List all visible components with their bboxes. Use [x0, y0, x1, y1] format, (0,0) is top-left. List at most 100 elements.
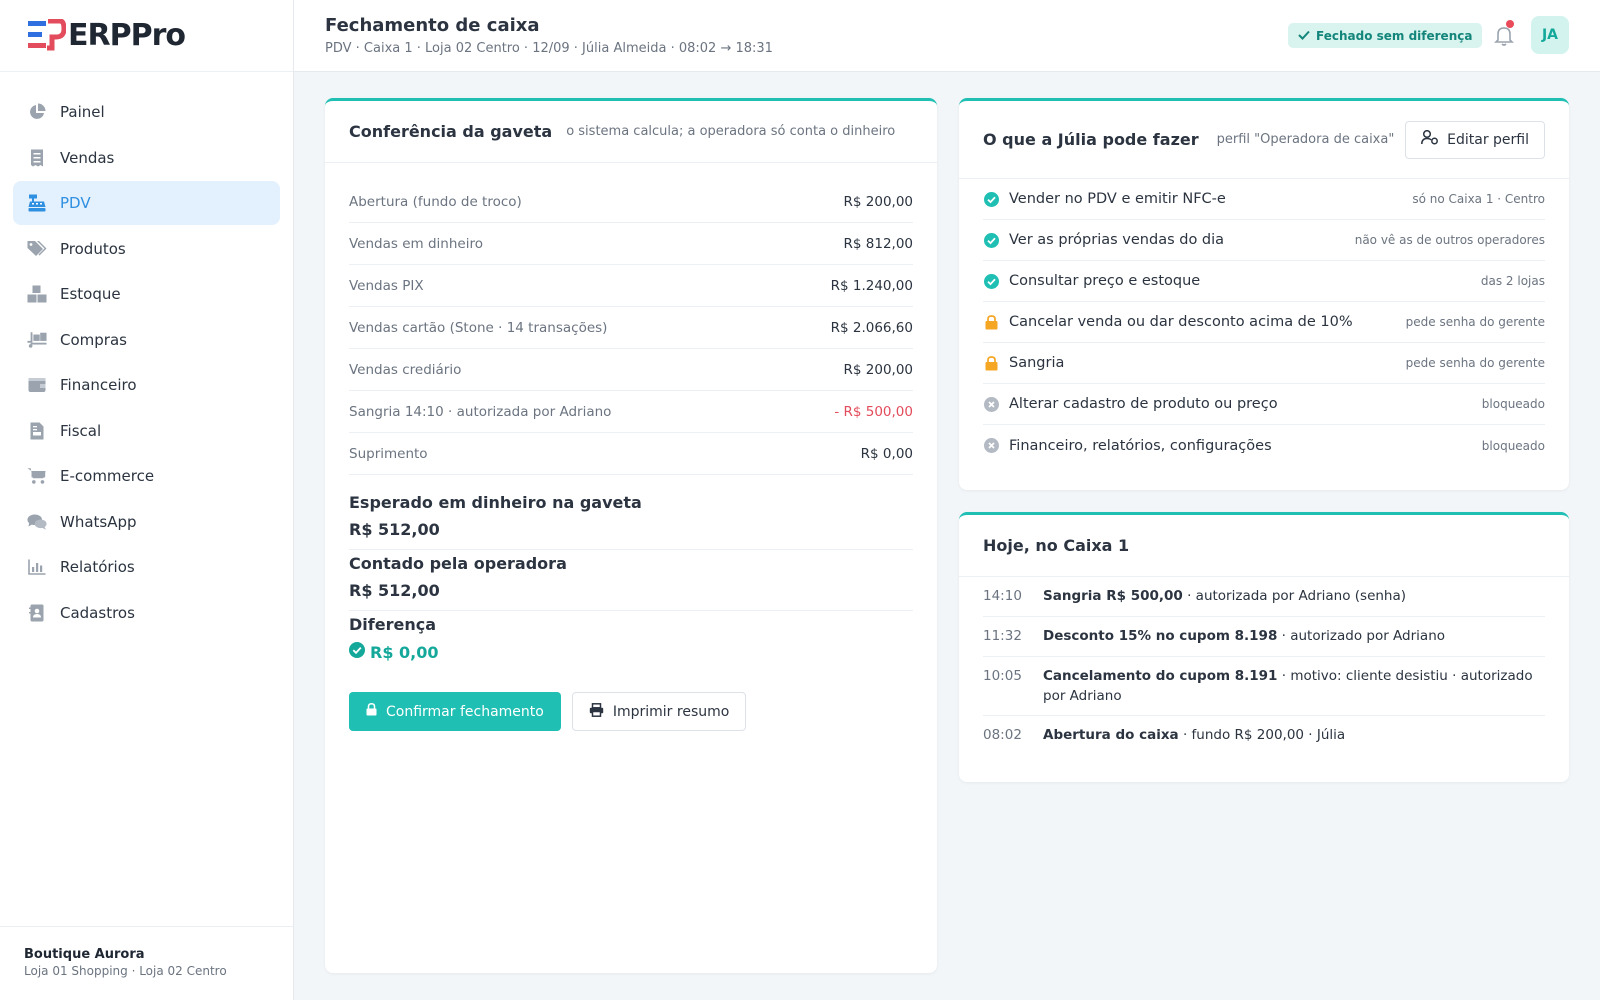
log-entry-time: 14:10 — [983, 588, 1022, 604]
sidebar-item-painel[interactable]: Painel — [13, 90, 280, 134]
ledger-row-label: Suprimento — [349, 445, 428, 462]
confirm-close-button[interactable]: Confirmar fechamento — [349, 692, 561, 731]
permissions-card: O que a Júlia pode fazer perfil "Operado… — [959, 98, 1569, 490]
ledger-row-label: Vendas PIX — [349, 277, 424, 294]
print-summary-button[interactable]: Imprimir resumo — [571, 692, 747, 731]
logo-text: ERPPro — [68, 18, 186, 53]
permission-row: Ver as próprias vendas do dia não vê as d… — [983, 220, 1545, 261]
sidebar-item-whatsapp[interactable]: WhatsApp — [13, 500, 280, 544]
drawer-summary: Esperado em dinheiro na gaveta R$ 512,00… — [325, 475, 937, 672]
avatar[interactable]: JA — [1531, 16, 1569, 54]
drawer-rows: Abertura (fundo de troco) R$ 200,00 Vendas… — [325, 181, 937, 475]
permission-note: pede senha do gerente — [1405, 315, 1545, 329]
boxes-icon — [27, 284, 47, 304]
ledger-row-value: R$ 0,00 — [860, 445, 913, 462]
permission-row: Sangria pede senha do gerente — [983, 343, 1545, 384]
ledger-row: Sangria 14:10 · autorizada por Adriano - … — [349, 391, 913, 433]
log-entry: 10:05 Cancelamento do cupom 8.191 · motiv… — [983, 657, 1545, 716]
tags-icon — [27, 239, 47, 259]
log-entry-detail: · autorizado por Adriano — [1277, 628, 1446, 644]
check-circle-icon — [983, 273, 999, 289]
permission-note: pede senha do gerente — [1405, 356, 1545, 370]
bar-chart-icon — [27, 557, 47, 577]
ledger-row: Vendas em dinheiro R$ 812,00 — [349, 223, 913, 265]
permission-label: Alterar cadastro de produto ou preço — [1009, 396, 1278, 412]
ledger-row-label: Abertura (fundo de troco) — [349, 193, 522, 210]
log-entry: 11:32 Desconto 15% no cupom 8.198 · autor… — [983, 617, 1545, 657]
sidebar-item-cadastros[interactable]: Cadastros — [13, 591, 280, 635]
top-header: Fechamento de caixa PDV · Caixa 1 · Loja… — [294, 0, 1600, 72]
log-entry: 14:10 Sangria R$ 500,00 · autorizada por … — [983, 577, 1545, 617]
log-entry-time: 11:32 — [983, 628, 1022, 644]
sidebar-nav: Painel Vendas PDV Produtos Estoque Compras Fin… — [0, 72, 293, 635]
expected-cash: Esperado em dinheiro na gaveta R$ 512,00 — [349, 489, 913, 550]
ledger-row-label: Vendas cartão (Stone · 14 transações) — [349, 319, 608, 336]
edit-profile-label: Editar perfil — [1447, 131, 1529, 148]
ledger-row-value: - R$ 500,00 — [834, 403, 913, 420]
activity-log-list: 14:10 Sangria R$ 500,00 · autorizada por … — [959, 577, 1569, 756]
activity-log-header: Hoje, no Caixa 1 — [959, 515, 1569, 577]
ledger-row-value: R$ 200,00 — [843, 361, 914, 378]
ledger-row-value: R$ 1.240,00 — [830, 277, 913, 294]
truck-loading-icon — [27, 330, 47, 350]
log-entry-text: Desconto 15% no cupom 8.198 · autorizado… — [1043, 626, 1445, 647]
sidebar-item-label: PDV — [60, 194, 91, 212]
sidebar-item-label: Vendas — [60, 148, 115, 167]
sidebar-item-produtos[interactable]: Produtos — [13, 227, 280, 271]
permission-label: Vender no PDV e emitir NFC-e — [1009, 191, 1226, 207]
sidebar-item-compras[interactable]: Compras — [13, 318, 280, 362]
sidebar-item-label: Fiscal — [60, 421, 102, 440]
page-title: Fechamento de caixa — [325, 15, 540, 36]
log-entry-text: Cancelamento do cupom 8.191 · motivo: cl… — [1043, 666, 1545, 706]
permission-label: Consultar preço e estoque — [1009, 273, 1201, 289]
permission-note: bloqueado — [1481, 438, 1545, 453]
sidebar-item-label: Estoque — [60, 285, 121, 303]
sidebar-item-label: Financeiro — [60, 376, 137, 394]
log-entry-text: Abertura do caixa · fundo R$ 200,00 · Jú… — [1043, 725, 1345, 747]
bell-icon[interactable] — [1494, 25, 1514, 47]
store-info[interactable]: Boutique Aurora Loja 01 Shopping · Loja … — [0, 926, 293, 1000]
sidebar: ERPPro Painel Vendas PDV Produtos Estoque Com… — [0, 0, 294, 1000]
sidebar-item-e-commerce[interactable]: E-commerce — [13, 454, 280, 498]
sidebar-item-vendas[interactable]: Vendas — [13, 136, 280, 180]
permission-label: Ver as próprias vendas do dia — [1009, 232, 1225, 248]
sidebar-item-estoque[interactable]: Estoque — [13, 272, 280, 316]
page-subtitle: PDV · Caixa 1 · Loja 02 Centro · 12/09 ·… — [325, 41, 773, 56]
edit-profile-button[interactable]: Editar perfil — [1405, 120, 1545, 159]
difference-label: Diferença — [349, 615, 436, 634]
sidebar-item-financeiro[interactable]: Financeiro — [13, 363, 280, 407]
confirm-close-label: Confirmar fechamento — [386, 703, 544, 720]
cart-icon — [27, 466, 47, 486]
status-badge: Fechado sem diferença — [1288, 23, 1483, 48]
store-locations: Loja 01 Shopping · Loja 02 Centro — [24, 964, 227, 978]
sidebar-item-label: Painel — [60, 103, 105, 121]
ledger-row: Vendas PIX R$ 1.240,00 — [349, 265, 913, 307]
permissions-profile: perfil "Operadora de caixa" — [1216, 132, 1395, 147]
x-circle-icon — [983, 438, 999, 454]
sidebar-item-pdv[interactable]: PDV — [13, 181, 280, 225]
counted-cash-value: R$ 512,00 — [349, 581, 440, 600]
drawer-card-hint: o sistema calcula; a operadora só conta … — [566, 124, 896, 139]
log-entry-time: 10:05 — [983, 668, 1022, 684]
ledger-row-label: Vendas crediário — [349, 361, 462, 378]
permission-label: Cancelar venda ou dar desconto acima de … — [1009, 314, 1353, 330]
drawer-card-header: Conferência da gaveta o sistema calcula;… — [325, 101, 937, 163]
log-entry-detail: · fundo R$ 200,00 · Júlia — [1178, 727, 1346, 743]
log-entry-time: 08:02 — [983, 727, 1022, 743]
logo-icon — [26, 18, 67, 53]
ledger-row: Vendas crediário R$ 200,00 — [349, 349, 913, 391]
difference: Diferença R$ 0,00 — [349, 611, 913, 672]
print-summary-label: Imprimir resumo — [612, 703, 730, 720]
permissions-card-header: O que a Júlia pode fazer perfil "Operado… — [959, 101, 1569, 179]
permission-note: só no Caixa 1 · Centro — [1412, 192, 1545, 206]
sidebar-item-relatorios[interactable]: Relatórios — [13, 545, 280, 589]
permission-note: bloqueado — [1481, 397, 1545, 411]
ledger-row-label: Vendas em dinheiro — [349, 235, 483, 252]
log-entry-detail: · autorizada por Adriano (senha) — [1182, 588, 1407, 604]
lock-icon — [366, 703, 377, 720]
ledger-row-value: R$ 2.066,60 — [830, 319, 913, 336]
logo[interactable]: ERPPro — [0, 0, 293, 72]
sidebar-item-fiscal[interactable]: Fiscal — [13, 409, 280, 453]
status-badge-label: Fechado sem diferença — [1316, 28, 1473, 43]
x-circle-icon — [983, 396, 999, 412]
